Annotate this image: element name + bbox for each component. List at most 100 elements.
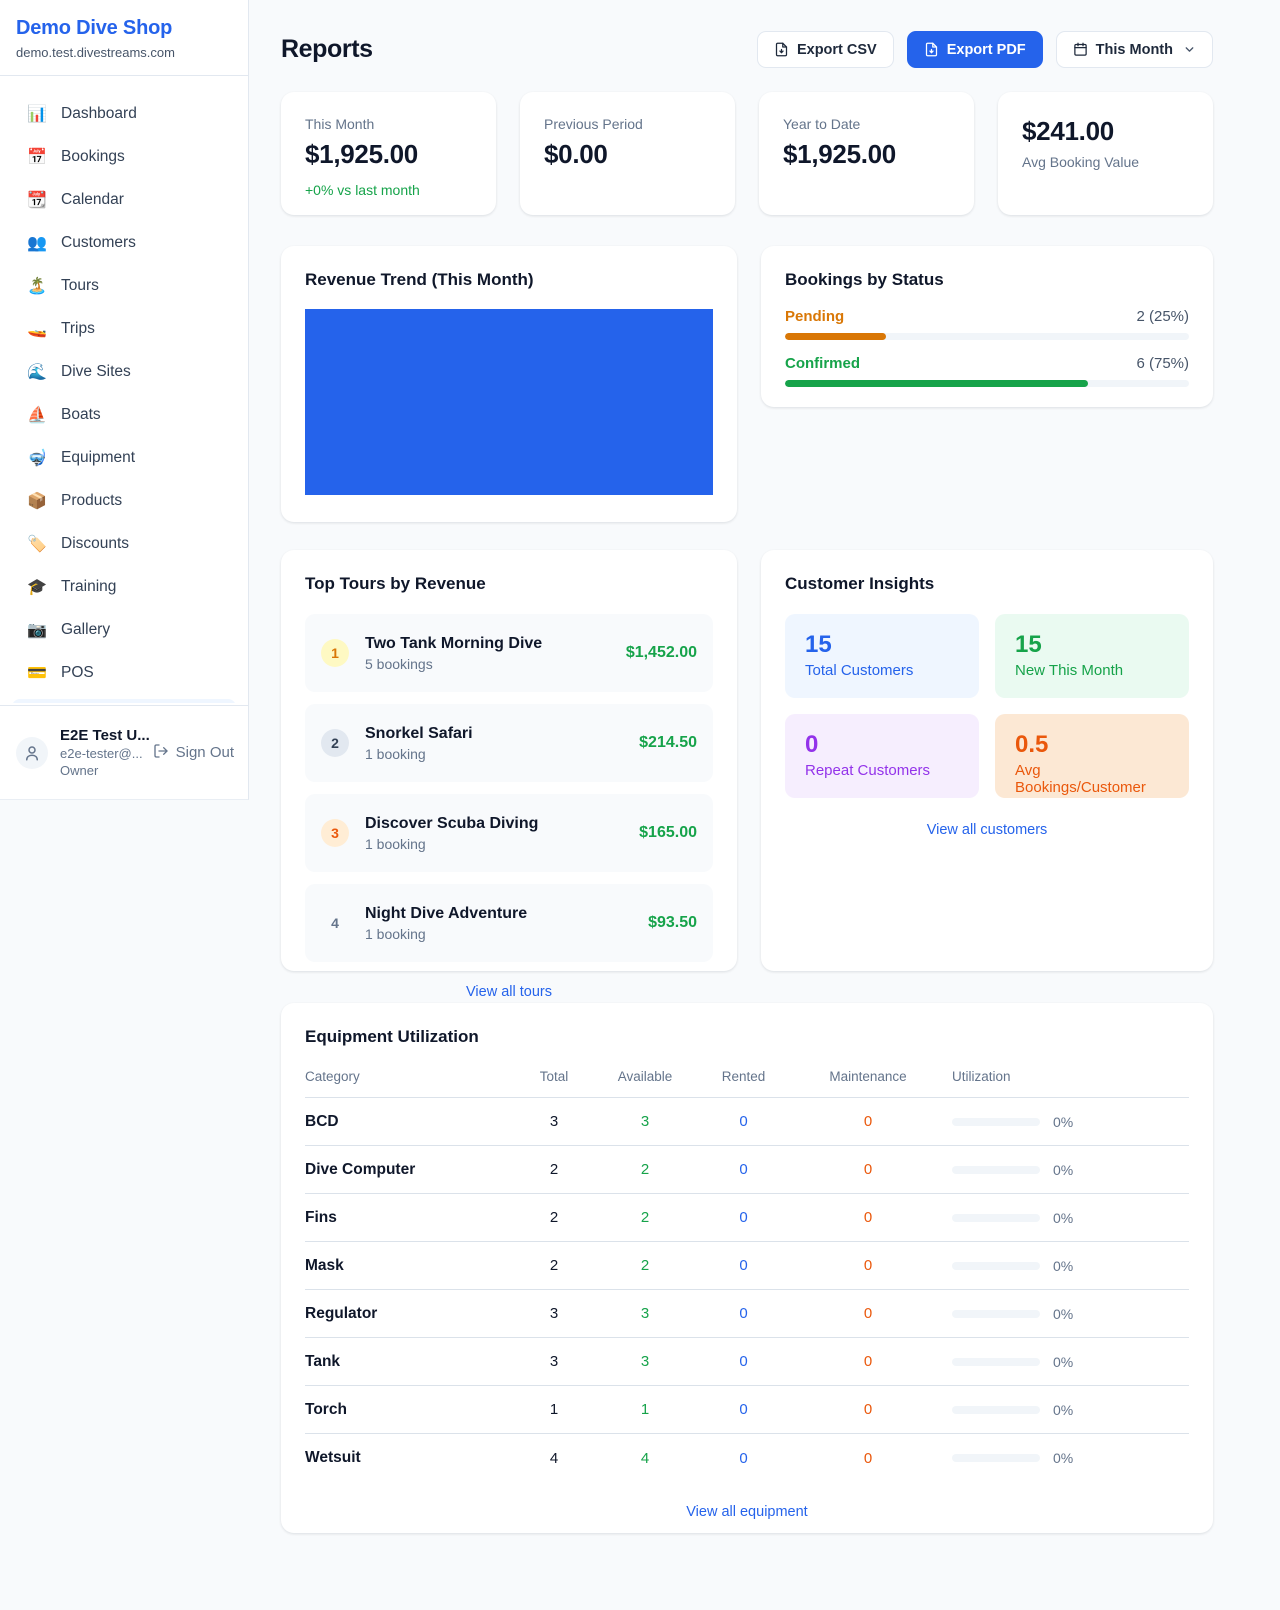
status-label: Confirmed [785, 355, 860, 372]
sidebar-item-tours[interactable]: 🏝️ Tours [0, 264, 248, 307]
period-select[interactable]: This Month [1056, 31, 1213, 68]
equipment-category: Wetsuit [305, 1449, 509, 1467]
equipment-total: 2 [509, 1209, 599, 1226]
user-profile: E2E Test U... e2e-tester@... Owner Sign … [0, 705, 248, 799]
equipment-row-fins: Fins 2 2 0 0 0% [305, 1194, 1189, 1242]
sidebar-item-label: Dashboard [61, 105, 137, 123]
status-row-pending: Pending 2 (25%) [785, 308, 1189, 340]
view-all-equipment-link[interactable]: View all equipment [305, 1504, 1189, 1520]
equipment-maintenance: 0 [796, 1450, 940, 1467]
bookings-icon: 📅 [26, 147, 48, 167]
sidebar-item-reports-active[interactable] [12, 699, 236, 703]
equipment-category: Torch [305, 1401, 509, 1419]
sidebar-item-boats[interactable]: ⛵ Boats [0, 393, 248, 436]
calendar-icon [1073, 42, 1088, 57]
status-progress-fill [785, 333, 886, 340]
equipment-total: 4 [509, 1450, 599, 1467]
equipment-maintenance: 0 [796, 1161, 940, 1178]
column-header-category: Category [305, 1069, 509, 1084]
equipment-rented: 0 [691, 1113, 796, 1130]
equipment-available: 3 [599, 1113, 691, 1130]
equipment-category: Regulator [305, 1305, 509, 1323]
insight-tile-avg-bookings/customer: 0.5 Avg Bookings/Customer [995, 714, 1189, 798]
products-icon: 📦 [26, 491, 48, 511]
header-actions: Export CSV Export PDF This Month [757, 31, 1213, 68]
utilization-track [952, 1214, 1040, 1222]
equipment-category: Dive Computer [305, 1161, 509, 1179]
utilization-track [952, 1310, 1040, 1318]
equipment-utilization-title: Equipment Utilization [305, 1027, 1189, 1047]
sidebar-item-label: Training [61, 578, 116, 596]
sidebar-item-dashboard[interactable]: 📊 Dashboard [0, 92, 248, 135]
sign-out-button[interactable]: Sign Out [153, 743, 234, 763]
tour-revenue: $214.50 [639, 734, 697, 752]
stat-label: This Month [305, 116, 472, 132]
tour-list-item[interactable]: 4 Night Dive Adventure 1 booking $93.50 [305, 884, 713, 962]
export-pdf-button[interactable]: Export PDF [907, 31, 1043, 68]
tour-name: Snorkel Safari [365, 725, 473, 743]
period-label: This Month [1096, 42, 1173, 58]
equipment-total: 1 [509, 1401, 599, 1418]
top-tours-card: Top Tours by Revenue 1 Two Tank Morning … [281, 550, 737, 971]
equipment-available: 4 [599, 1450, 691, 1467]
equipment-rented: 0 [691, 1161, 796, 1178]
sidebar-item-customers[interactable]: 👥 Customers [0, 221, 248, 264]
column-header-maintenance: Maintenance [796, 1069, 940, 1084]
equipment-rented: 0 [691, 1353, 796, 1370]
tour-revenue: $1,452.00 [626, 644, 697, 662]
equipment-category: Mask [305, 1257, 509, 1275]
sidebar-item-label: Tours [61, 277, 99, 295]
sign-out-label: Sign Out [176, 744, 234, 761]
view-all-tours-link[interactable]: View all tours [305, 984, 713, 1000]
sidebar-item-calendar[interactable]: 📆 Calendar [0, 178, 248, 221]
column-header-utilization: Utilization [940, 1069, 1189, 1084]
equipment-table: CategoryTotalAvailableRentedMaintenanceU… [305, 1069, 1189, 1482]
sidebar-item-dive-sites[interactable]: 🌊 Dive Sites [0, 350, 248, 393]
tour-list-item[interactable]: 1 Two Tank Morning Dive 5 bookings $1,45… [305, 614, 713, 692]
utilization-track [952, 1358, 1040, 1366]
equipment-rented: 0 [691, 1401, 796, 1418]
insight-value: 15 [805, 631, 959, 659]
sidebar-item-training[interactable]: 🎓 Training [0, 565, 248, 608]
equipment-category: BCD [305, 1113, 509, 1131]
sidebar-item-label: Products [61, 492, 122, 510]
app-root: Demo Dive Shop demo.test.divestreams.com… [0, 0, 1280, 1610]
brand-name[interactable]: Demo Dive Shop [16, 17, 232, 40]
sidebar-item-bookings[interactable]: 📅 Bookings [0, 135, 248, 178]
equipment-maintenance: 0 [796, 1401, 940, 1418]
sidebar-item-equipment[interactable]: 🤿 Equipment [0, 436, 248, 479]
view-all-customers-link[interactable]: View all customers [785, 822, 1189, 838]
utilization-track [952, 1118, 1040, 1126]
sidebar-item-pos[interactable]: 💳 POS [0, 651, 248, 694]
insight-value: 15 [1015, 631, 1169, 659]
equipment-total: 3 [509, 1113, 599, 1130]
page-header: Reports Export CSV Export PDF This Month [281, 31, 1213, 68]
sidebar-item-discounts[interactable]: 🏷️ Discounts [0, 522, 248, 565]
sidebar-item-label: Equipment [61, 449, 135, 467]
equipment-maintenance: 0 [796, 1257, 940, 1274]
equipment-utilization: 0% [940, 1354, 1189, 1370]
sidebar-item-gallery[interactable]: 📷 Gallery [0, 608, 248, 651]
sidebar-item-trips[interactable]: 🚤 Trips [0, 307, 248, 350]
equipment-utilization: 0% [940, 1114, 1189, 1130]
export-csv-label: Export CSV [797, 42, 877, 58]
equipment-utilization: 0% [940, 1210, 1189, 1226]
utilization-percent: 0% [1053, 1114, 1073, 1130]
insight-tile-new-this-month: 15 New This Month [995, 614, 1189, 698]
equipment-utilization: 0% [940, 1162, 1189, 1178]
export-csv-button[interactable]: Export CSV [757, 31, 894, 68]
equipment-total: 2 [509, 1257, 599, 1274]
tour-list-item[interactable]: 3 Discover Scuba Diving 1 booking $165.0… [305, 794, 713, 872]
insight-label: New This Month [1015, 662, 1169, 679]
user-email: e2e-tester@... [60, 746, 150, 761]
tour-list-item[interactable]: 2 Snorkel Safari 1 booking $214.50 [305, 704, 713, 782]
stat-delta: +0% vs last month [305, 182, 472, 198]
equipment-row-torch: Torch 1 1 0 0 0% [305, 1386, 1189, 1434]
equipment-rented: 0 [691, 1305, 796, 1322]
equipment-available: 2 [599, 1257, 691, 1274]
tour-revenue: $93.50 [648, 914, 697, 932]
calendar-icon: 📆 [26, 190, 48, 210]
rank-badge: 2 [321, 729, 349, 757]
sidebar-item-products[interactable]: 📦 Products [0, 479, 248, 522]
equipment-rented: 0 [691, 1209, 796, 1226]
